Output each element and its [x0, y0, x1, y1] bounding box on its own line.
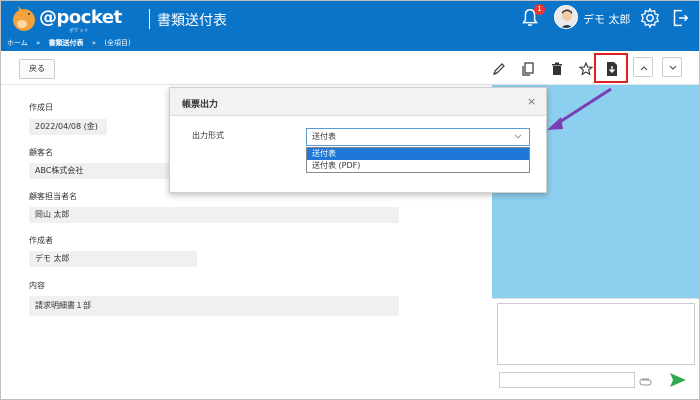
app-window: @pocket ポケット 書類送付表 1 デモ 太郎 ホーム » 書類送付表 »… [0, 0, 700, 400]
format-options-list: 送付表 送付表 (PDF) [306, 147, 530, 173]
format-label: 出力形式 [192, 131, 224, 140]
logout-icon[interactable] [669, 7, 691, 29]
customer-contact-label: 顧客担当者名 [29, 192, 77, 201]
highlight-box [594, 53, 628, 83]
format-select[interactable]: 送付表 [306, 128, 530, 146]
option-delivery-slip[interactable]: 送付表 [307, 148, 529, 160]
comment-input[interactable] [499, 372, 635, 388]
star-icon[interactable] [578, 61, 594, 77]
send-icon[interactable] [668, 370, 688, 390]
comment-area [492, 298, 699, 399]
author-value: デモ 太郎 [29, 251, 197, 267]
chevron-down-icon [514, 134, 522, 139]
customer-contact-value: 岡山 太郎 [29, 207, 399, 223]
app-header: @pocket ポケット 書類送付表 1 デモ 太郎 [1, 1, 699, 37]
logo-text: @pocket ポケット [39, 7, 122, 34]
next-record-button[interactable] [662, 57, 682, 77]
breadcrumb-home[interactable]: ホーム [7, 39, 28, 47]
content-value: 請求明細書１部 [29, 296, 399, 316]
copy-icon[interactable] [520, 61, 536, 77]
page-title: 書類送付表 [157, 13, 227, 29]
breadcrumb: ホーム » 書類送付表 » (全項目) [1, 37, 699, 51]
kangaroo-logo-icon [13, 6, 35, 31]
gear-icon[interactable] [639, 7, 661, 29]
trash-icon[interactable] [549, 61, 565, 77]
comment-textarea[interactable] [497, 303, 695, 365]
dialog-title: 帳票出力 [182, 100, 219, 110]
pencil-icon[interactable] [491, 61, 507, 77]
header-divider [149, 9, 150, 29]
option-delivery-slip-pdf[interactable]: 送付表 (PDF) [307, 160, 529, 172]
avatar[interactable] [554, 5, 578, 29]
created-date-label: 作成日 [29, 103, 53, 112]
customer-name-value: ABC株式会社 [29, 163, 173, 179]
close-icon[interactable]: × [527, 96, 536, 107]
customer-name-label: 顧客名 [29, 148, 53, 157]
content-label: 内容 [29, 281, 45, 290]
report-output-dialog: 帳票出力 × 出力形式 送付表 送付表 送付表 (PDF) [169, 87, 547, 193]
notification-badge: 1 [534, 4, 545, 15]
paperclip-icon[interactable] [638, 372, 654, 388]
user-name[interactable]: デモ 太郎 [583, 11, 631, 27]
back-button[interactable]: 戻る [19, 59, 55, 79]
breadcrumb-filter: (全項目) [104, 39, 131, 47]
dialog-header: 帳票出力 × [170, 88, 546, 116]
annotation-arrow [547, 87, 612, 130]
breadcrumb-separator: » [36, 39, 41, 47]
previous-record-button[interactable] [633, 57, 653, 77]
breadcrumb-separator: » [91, 39, 97, 47]
created-date-value: 2022/04/08 (金) [29, 119, 107, 135]
author-label: 作成者 [29, 236, 53, 245]
breadcrumb-current[interactable]: 書類送付表 [49, 39, 84, 47]
